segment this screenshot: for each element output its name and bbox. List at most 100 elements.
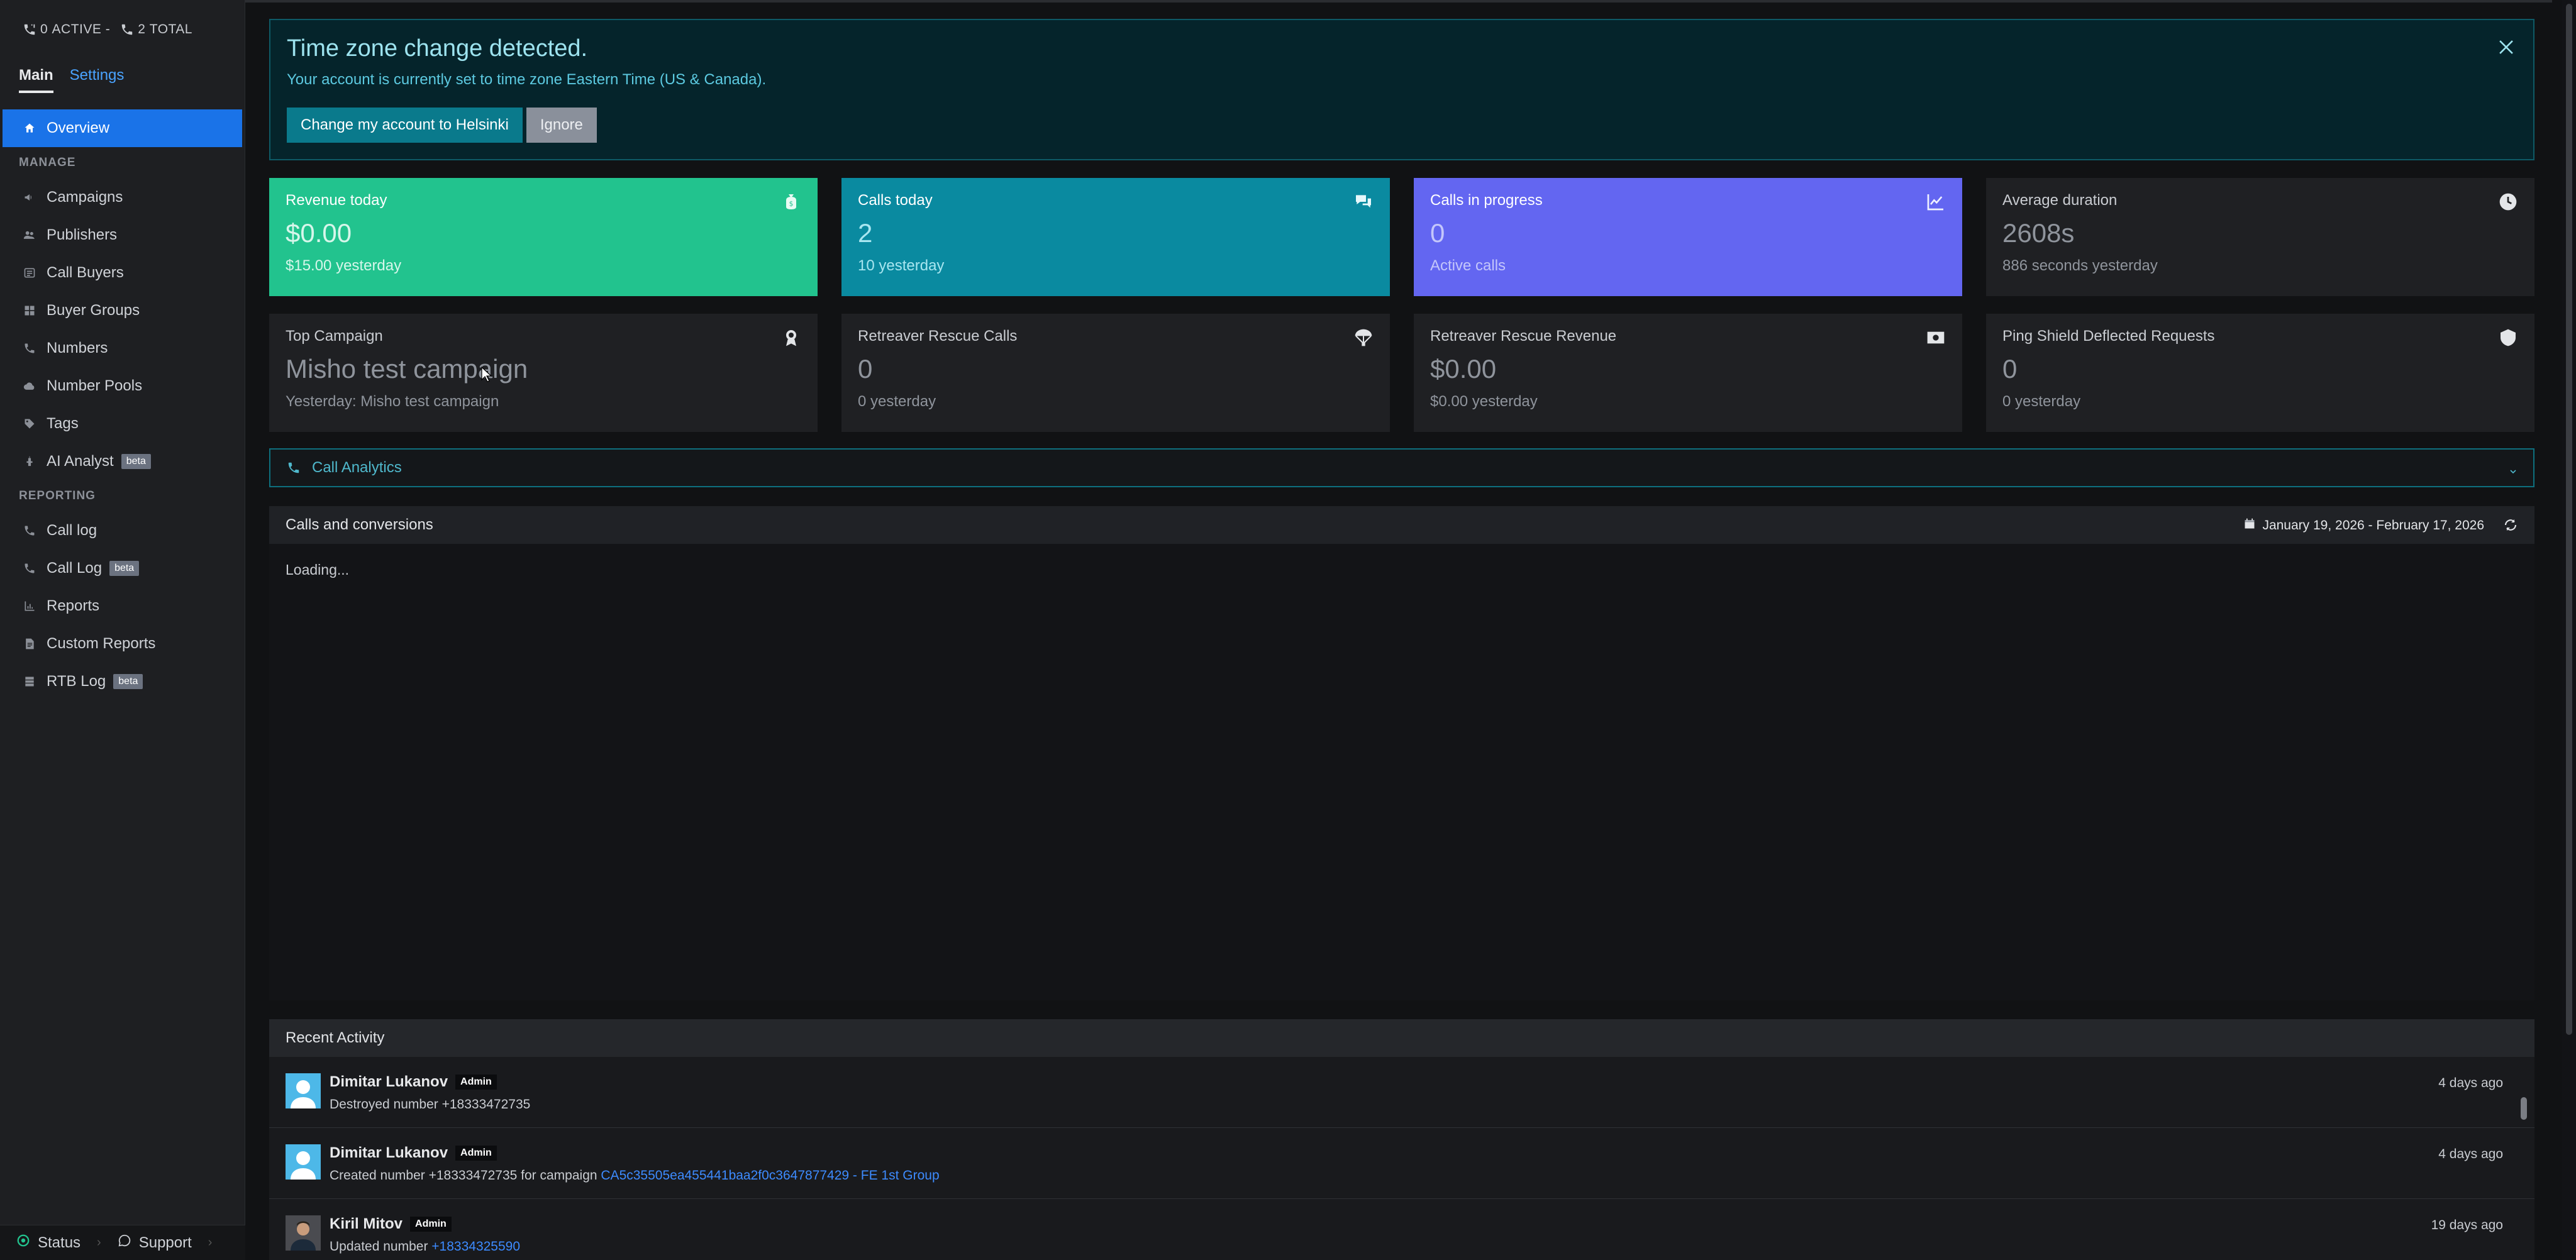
number-link[interactable]: +18334325590 bbox=[431, 1239, 520, 1254]
sidebar: 0 ACTIVE - 2 TOTAL Main Settings Overvie… bbox=[0, 0, 245, 1260]
panel-header: Recent Activity bbox=[269, 1019, 2534, 1057]
manage-heading: MANAGE bbox=[19, 156, 76, 169]
card-value: Misho test campaign bbox=[286, 354, 528, 384]
activity-text: Created number +18333472735 for campaign… bbox=[330, 1168, 940, 1183]
close-icon[interactable] bbox=[2496, 36, 2517, 58]
avatar bbox=[286, 1073, 321, 1108]
card-sub: $15.00 yesterday bbox=[286, 257, 402, 274]
rescue-revenue-card: Retreaver Rescue Revenue $0.00 $0.00 yes… bbox=[1414, 314, 1962, 432]
card-value: 2608s bbox=[2002, 218, 2075, 248]
beta-badge: beta bbox=[113, 674, 143, 689]
call-analytics-toggle[interactable]: Call Analytics bbox=[269, 448, 2534, 487]
card-value: 0 bbox=[1430, 218, 1445, 248]
grid-icon bbox=[23, 304, 36, 318]
sidebar-item-overview[interactable]: Overview bbox=[3, 109, 242, 147]
recent-activity-panel: Recent Activity Dimitar Lukanov Admin Des… bbox=[269, 1019, 2534, 1260]
call-analytics-label: Call Analytics bbox=[312, 459, 402, 476]
card-value: 0 bbox=[2002, 354, 2018, 384]
sidebar-item-label: Reports bbox=[47, 597, 100, 614]
sidebar-item-campaigns[interactable]: Campaigns bbox=[0, 179, 245, 216]
scroll-thumb[interactable] bbox=[2566, 4, 2572, 1035]
sidebar-nav: Overview MANAGE Campaigns Publishers Cal… bbox=[0, 109, 245, 700]
phone-icon bbox=[23, 341, 36, 355]
card-value: $0.00 bbox=[286, 218, 352, 248]
list-item: Dimitar Lukanov Admin Destroyed number +1… bbox=[269, 1057, 2534, 1128]
support-link[interactable]: Support bbox=[118, 1234, 192, 1252]
loading-text: Loading... bbox=[286, 561, 350, 578]
sidebar-item-label: Overview bbox=[47, 119, 110, 136]
change-timezone-button[interactable]: Change my account to Helsinki bbox=[287, 108, 523, 143]
sidebar-item-label: Tags bbox=[47, 415, 79, 432]
reporting-heading: REPORTING bbox=[19, 489, 96, 502]
status-link[interactable]: Status bbox=[16, 1234, 80, 1252]
active-count: 0 bbox=[40, 22, 48, 36]
user-name[interactable]: Dimitar Lukanov bbox=[330, 1073, 448, 1091]
sidebar-item-number-pools[interactable]: Number Pools bbox=[0, 367, 245, 405]
avatar bbox=[286, 1144, 321, 1180]
sidebar-item-label: Publishers bbox=[47, 226, 118, 243]
sidebar-item-ai-analyst[interactable]: AI Analyst beta bbox=[0, 443, 245, 480]
card-sub: 10 yesterday bbox=[858, 257, 945, 274]
total-label: TOTAL bbox=[149, 22, 192, 36]
activity-text: Updated number +18334325590 bbox=[330, 1239, 521, 1254]
status-icon bbox=[16, 1234, 30, 1252]
parachute-icon bbox=[1353, 328, 1374, 348]
sidebar-item-tags[interactable]: Tags bbox=[0, 405, 245, 443]
sidebar-item-numbers[interactable]: Numbers bbox=[0, 329, 245, 367]
stats-row-1: Revenue today $0.00 $15.00 yesterday $ C… bbox=[269, 178, 2534, 296]
users-icon bbox=[23, 228, 36, 242]
money-bag-icon: $ bbox=[781, 192, 801, 212]
panel-title: Calls and conversions bbox=[286, 516, 433, 533]
sidebar-item-call-log[interactable]: Call log bbox=[0, 512, 245, 550]
panel-header: Calls and conversions January 19, 2026 -… bbox=[269, 506, 2534, 544]
date-range-picker[interactable]: January 19, 2026 - February 17, 2026 bbox=[2243, 517, 2484, 534]
card-value: $0.00 bbox=[1430, 354, 1497, 384]
stats-row-2: Top Campaign Misho test campaign Yesterd… bbox=[269, 314, 2534, 432]
ping-shield-card: Ping Shield Deflected Requests 0 0 yeste… bbox=[1986, 314, 2534, 432]
sidebar-item-reports[interactable]: Reports bbox=[0, 587, 245, 625]
tab-settings[interactable]: Settings bbox=[70, 59, 125, 93]
activity-scrollbar[interactable] bbox=[2521, 1097, 2527, 1120]
card-sub: 0 yesterday bbox=[2002, 393, 2081, 410]
top-border bbox=[245, 0, 2552, 3]
alert-title: Time zone change detected. bbox=[287, 35, 588, 62]
sidebar-item-buyer-groups[interactable]: Buyer Groups bbox=[0, 292, 245, 329]
beta-badge: beta bbox=[121, 454, 151, 469]
award-icon bbox=[781, 328, 801, 348]
list-item: Dimitar Lukanov Admin Created number +183… bbox=[269, 1128, 2534, 1199]
sidebar-item-label: Call log bbox=[47, 522, 97, 539]
active-label: ACTIVE - bbox=[52, 22, 111, 36]
sidebar-tabs: Main Settings bbox=[0, 59, 245, 97]
phone-log-icon bbox=[23, 524, 36, 538]
revenue-today-card: Revenue today $0.00 $15.00 yesterday $ bbox=[269, 178, 818, 296]
sidebar-item-label: Call Log bbox=[47, 560, 103, 577]
list-item: Kiril Mitov Admin Updated number +1833432… bbox=[269, 1199, 2534, 1260]
card-title: Top Campaign bbox=[286, 328, 383, 345]
sidebar-item-label: Custom Reports bbox=[47, 635, 156, 652]
shield-icon bbox=[2498, 328, 2518, 348]
page-scrollbar[interactable] bbox=[2562, 0, 2576, 1260]
top-campaign-card: Top Campaign Misho test campaign Yesterd… bbox=[269, 314, 818, 432]
sidebar-item-rtb-log[interactable]: RTB Log beta bbox=[0, 663, 245, 700]
campaign-link[interactable]: CA5c35505ea455441baa2f0c3647877429 - FE … bbox=[601, 1168, 939, 1183]
sidebar-item-label: Campaigns bbox=[47, 189, 123, 206]
card-sub: Yesterday: Misho test campaign bbox=[286, 393, 499, 410]
sidebar-item-label: Call Buyers bbox=[47, 264, 124, 281]
user-name[interactable]: Dimitar Lukanov bbox=[330, 1144, 448, 1162]
tab-main[interactable]: Main bbox=[19, 59, 53, 93]
main-content: Time zone change detected. Your account … bbox=[245, 0, 2552, 1260]
sidebar-item-custom-reports[interactable]: Custom Reports bbox=[0, 625, 245, 663]
avatar bbox=[286, 1215, 321, 1251]
sidebar-item-call-buyers[interactable]: Call Buyers bbox=[0, 254, 245, 292]
ignore-button[interactable]: Ignore bbox=[526, 108, 597, 143]
sidebar-item-label: RTB Log bbox=[47, 673, 106, 690]
user-name[interactable]: Kiril Mitov bbox=[330, 1215, 402, 1233]
sidebar-item-label: Numbers bbox=[47, 340, 108, 356]
card-sub: 0 yesterday bbox=[858, 393, 936, 410]
refresh-icon[interactable] bbox=[2503, 517, 2518, 537]
sidebar-item-publishers[interactable]: Publishers bbox=[0, 216, 245, 254]
card-title: Ping Shield Deflected Requests bbox=[2002, 328, 2215, 345]
sidebar-item-call-log-beta[interactable]: Call Log beta bbox=[0, 550, 245, 587]
timestamp: 4 days ago bbox=[2438, 1147, 2503, 1161]
home-icon bbox=[23, 121, 36, 135]
